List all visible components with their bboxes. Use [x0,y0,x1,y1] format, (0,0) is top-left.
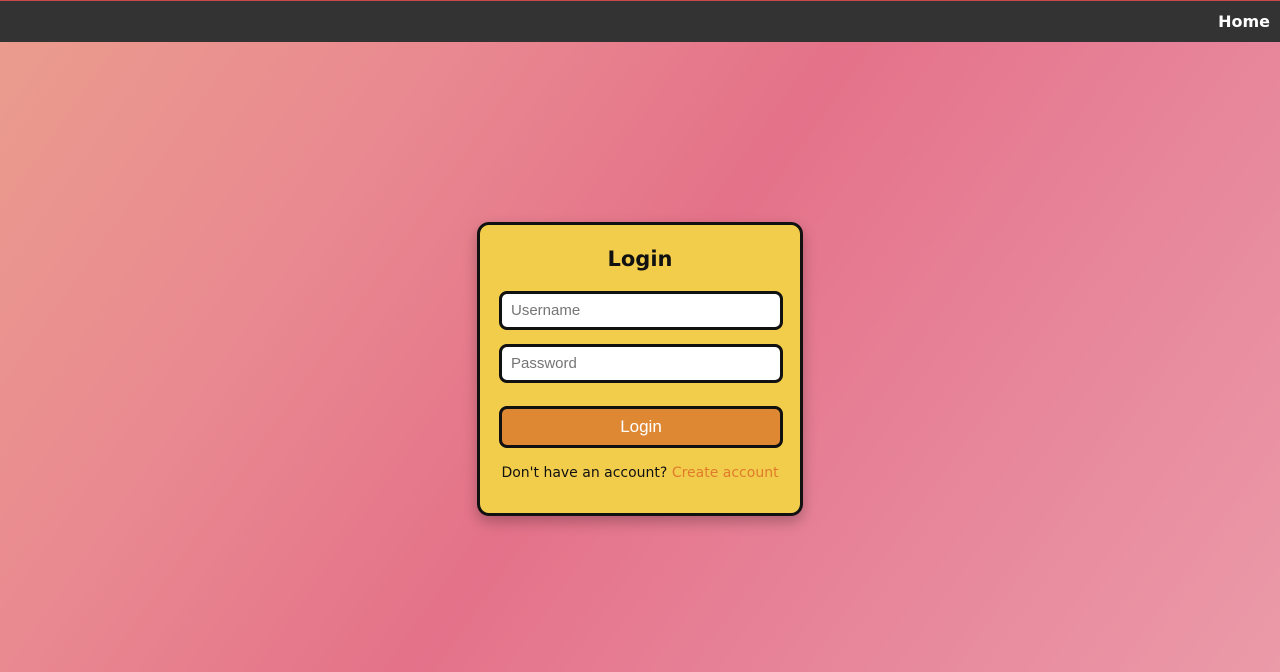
login-title: Login [607,247,673,271]
nav-home-link[interactable]: Home [1218,12,1270,31]
top-navbar: Home [0,0,1280,42]
username-input[interactable] [499,291,783,330]
signup-prompt-text: Don't have an account? [501,465,668,481]
create-account-link[interactable]: Create account [672,465,779,481]
login-button[interactable]: Login [499,406,783,448]
password-input[interactable] [499,344,783,383]
signup-prompt-row: Don't have an account? Create account [480,465,800,481]
login-card: Login Login Don't have an account? Creat… [477,222,803,516]
